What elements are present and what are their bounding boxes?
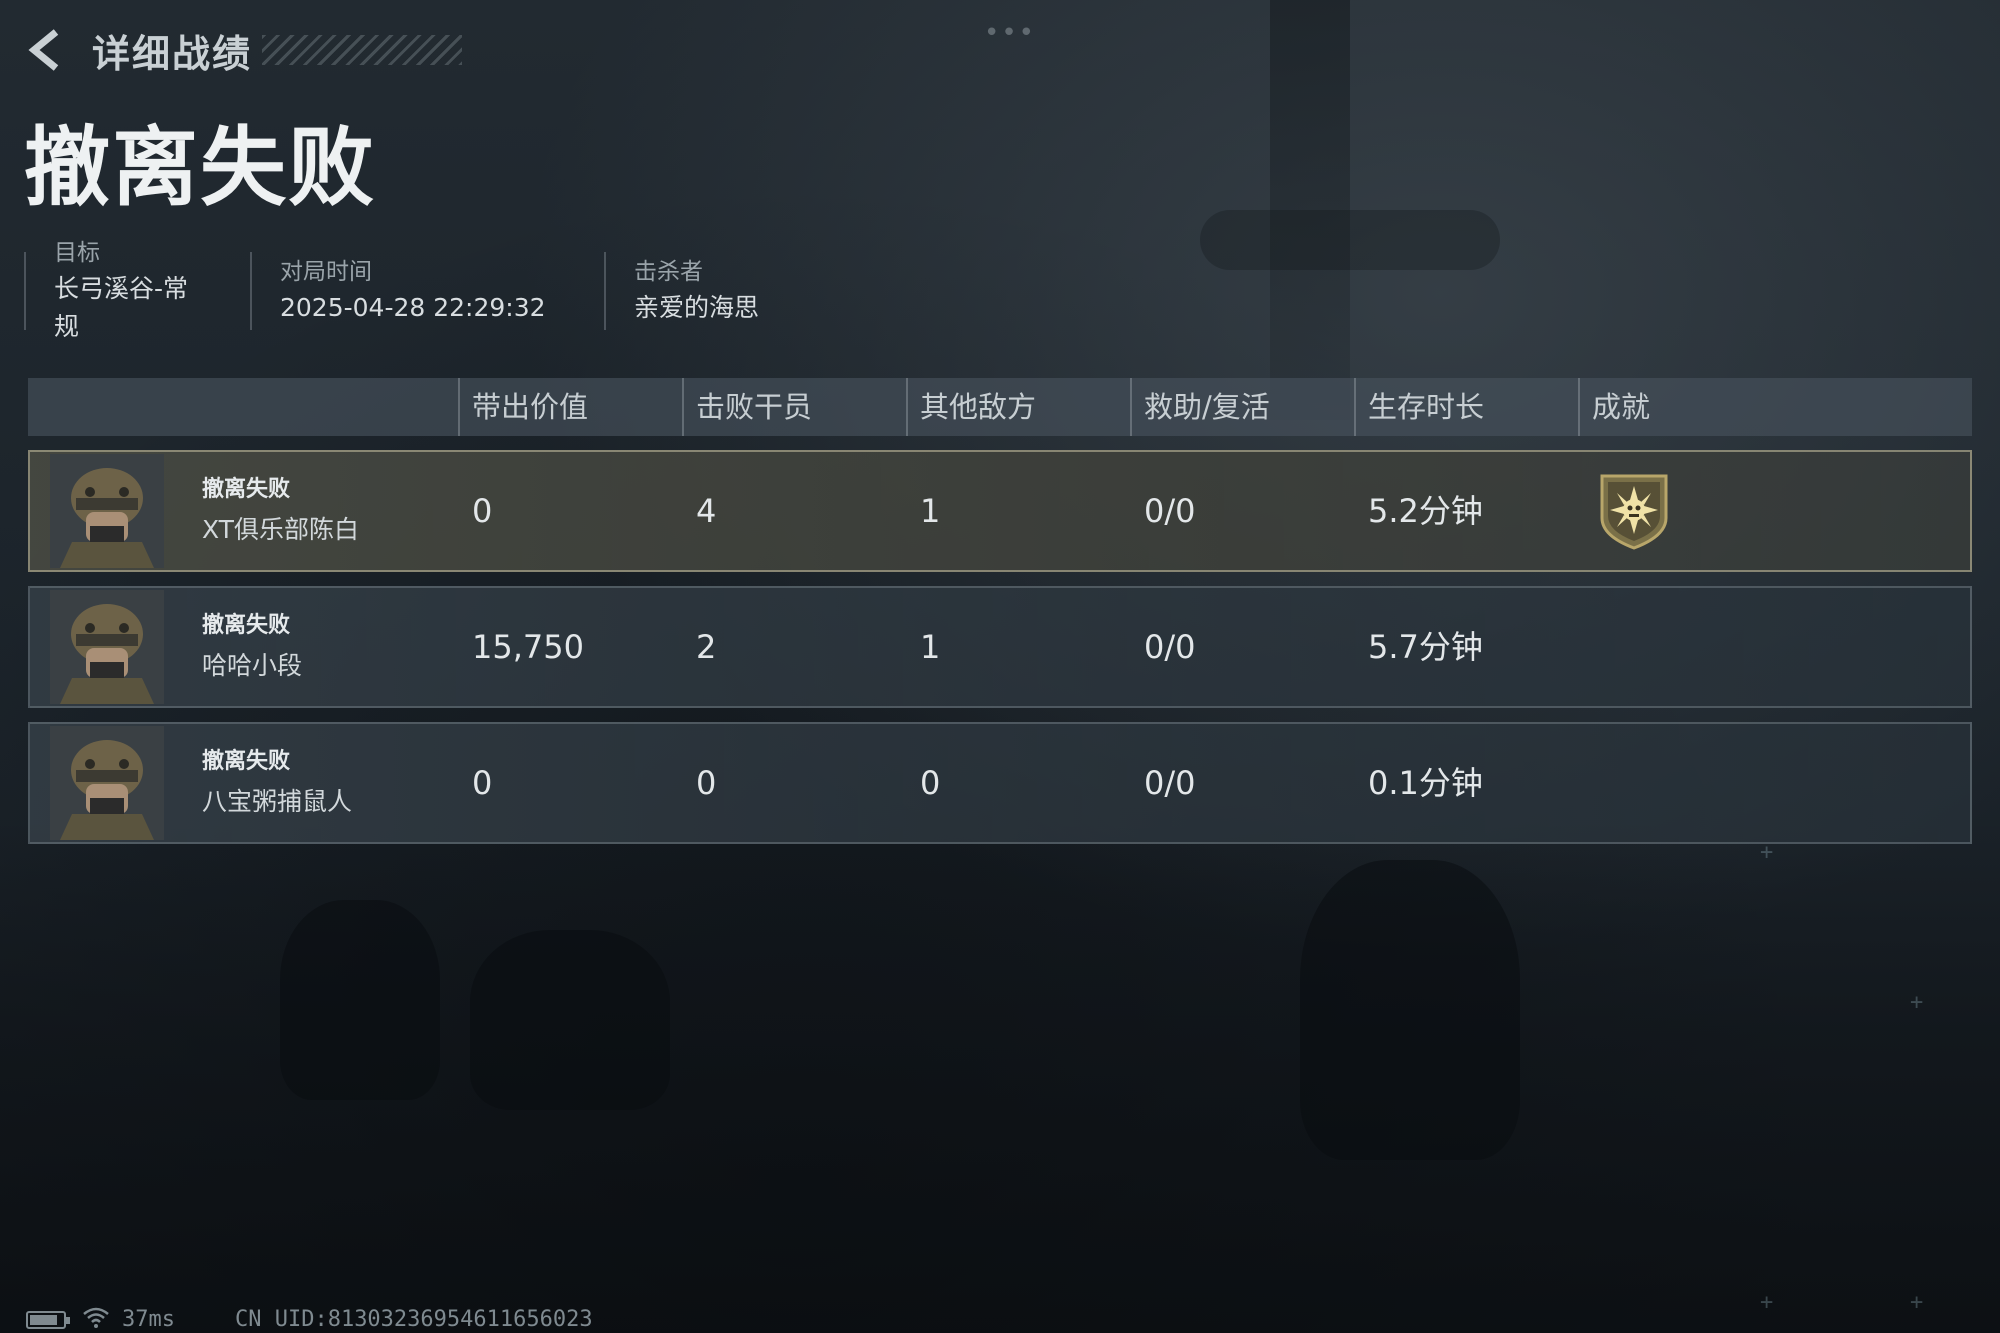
- background-soldier-silhouette: [280, 900, 440, 1100]
- avatar: [50, 454, 164, 568]
- info-value: 亲爱的海思: [634, 293, 760, 322]
- match-info: 目标 长弓溪谷-常规 对局时间 2025-04-28 22:29:32 击杀者 …: [24, 240, 874, 341]
- table-header: 带出价值 击败干员 其他敌方 救助/复活 生存时长 成就: [28, 378, 1972, 436]
- info-match-time: 对局时间 2025-04-28 22:29:32: [250, 252, 604, 330]
- column-header-value: 带出价值: [458, 378, 588, 436]
- back-title: 详细战绩: [92, 31, 253, 76]
- cell-kills: 4: [696, 492, 717, 530]
- background-tower-head: [1200, 210, 1500, 270]
- hud-crosshair-mark: +: [1760, 1290, 1774, 1315]
- cell-assist: 0/0: [1144, 764, 1196, 802]
- info-label: 击杀者: [634, 259, 703, 285]
- background-soldier-silhouette: [470, 930, 670, 1110]
- achievement-badge-icon[interactable]: [1594, 470, 1674, 550]
- user-uid: CN UID:8130323695461165​6023: [234, 1307, 593, 1332]
- info-label: 对局时间: [280, 259, 372, 285]
- cell-assist: 0/0: [1144, 628, 1196, 666]
- cell-kills: 2: [696, 628, 717, 666]
- cell-survival: 0.1分钟: [1368, 764, 1483, 802]
- battery-icon: [26, 1310, 70, 1329]
- top-handle-dots: •••: [984, 18, 1037, 48]
- hud-crosshair-mark: +: [1910, 990, 1924, 1015]
- cell-value: 0: [472, 764, 493, 802]
- info-label: 目标: [54, 240, 100, 266]
- cell-survival: 5.2分钟: [1368, 492, 1483, 530]
- column-header-achievement: 成就: [1578, 378, 1650, 436]
- player-status: 撤离失败: [202, 749, 291, 774]
- avatar: [50, 726, 164, 840]
- hud-crosshair-mark: +: [1910, 1290, 1924, 1315]
- cell-assist: 0/0: [1144, 492, 1196, 530]
- cell-value: 0: [472, 492, 493, 530]
- cell-other-enemies: 0: [920, 764, 941, 802]
- player-info: 撤离失败 哈哈小段: [202, 606, 302, 686]
- match-detail-screen: + + + + ••• 详细战绩 撤离失败 目标 长弓溪谷-常规 对局时间 20…: [0, 0, 2000, 1333]
- cell-other-enemies: 1: [920, 492, 941, 530]
- info-killer: 击杀者 亲爱的海思: [604, 252, 874, 330]
- team-stats-table: 带出价值 击败干员 其他敌方 救助/复活 生存时长 成就 撤离失败 XT俱乐部陈…: [28, 378, 1972, 844]
- battery-level-fill: [30, 1314, 57, 1325]
- player-name: 哈哈小段: [202, 651, 303, 680]
- background-soldier-silhouette: [1300, 860, 1520, 1160]
- info-target: 目标 长弓溪谷-常规: [24, 240, 250, 341]
- column-header-survival: 生存时长: [1354, 378, 1484, 436]
- cell-other-enemies: 1: [920, 628, 941, 666]
- ping-readout: 37ms: [122, 1307, 175, 1332]
- hatch-decoration: [262, 35, 463, 65]
- table-row[interactable]: 撤离失败 八宝粥捕鼠人 0 0 0 0/0 0.1分钟: [28, 722, 1972, 844]
- status-footer: 37ms CN UID:8130323695461165​6023: [26, 1306, 593, 1333]
- back-arrow-icon[interactable]: [24, 28, 68, 72]
- avatar: [50, 590, 164, 704]
- wifi-icon: [82, 1306, 110, 1333]
- column-header-assist: 救助/复活: [1130, 378, 1270, 436]
- player-info: 撤离失败 八宝粥捕鼠人: [202, 742, 352, 822]
- column-header-other-enemies: 其他敌方: [906, 378, 1036, 436]
- info-value: 长弓溪谷-常规: [54, 274, 189, 341]
- info-value: 2025-04-28 22:29:32: [280, 293, 546, 322]
- page-title: 撤离失败: [24, 118, 376, 218]
- player-status: 撤离失败: [202, 613, 291, 638]
- player-info: 撤离失败 XT俱乐部陈白: [202, 470, 359, 550]
- player-name: 八宝粥捕鼠人: [202, 787, 353, 816]
- back-bar[interactable]: 详细战绩: [24, 26, 463, 76]
- cell-kills: 0: [696, 764, 717, 802]
- player-name: XT俱乐部陈白: [202, 515, 359, 544]
- column-header-kills: 击败干员: [682, 378, 812, 436]
- cell-value: 15,750: [472, 628, 584, 666]
- cell-survival: 5.7分钟: [1368, 628, 1483, 666]
- table-row[interactable]: 撤离失败 XT俱乐部陈白 0 4 1 0/0 5.2分钟: [28, 450, 1972, 572]
- player-status: 撤离失败: [202, 477, 291, 502]
- table-row[interactable]: 撤离失败 哈哈小段 15,750 2 1 0/0 5.7分钟: [28, 586, 1972, 708]
